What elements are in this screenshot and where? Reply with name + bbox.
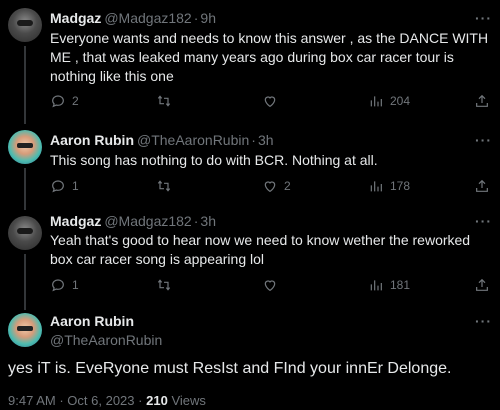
timestamp[interactable]: 9h (200, 10, 216, 26)
tweet-text: Yeah that's good to hear now we need to … (50, 232, 471, 267)
tweet-time[interactable]: 9:47 AM (8, 393, 56, 408)
main-tweet-text: yes iT is. EveRyone must ResIst and FInd… (8, 360, 452, 377)
separator: · (193, 10, 199, 26)
views-count: 181 (390, 278, 411, 292)
views-icon (370, 280, 382, 291)
share-button[interactable] (474, 177, 490, 195)
reply-count: 1 (72, 278, 79, 292)
like-count: 2 (284, 179, 291, 193)
author-handle[interactable]: @Madgaz182 (104, 213, 191, 229)
retweet-icon (157, 279, 171, 291)
reply-tweet[interactable]: Aaron Rubin @TheAaronRubin · 3h ··· This so… (0, 122, 500, 206)
reply-count: 1 (72, 179, 79, 193)
author-handle[interactable]: @TheAaronRubin (50, 332, 162, 348)
separator: · (251, 132, 256, 148)
share-icon (476, 179, 488, 192)
reply-tweet[interactable]: Madgaz @Madgaz182 · 9h ··· Everyone wants a… (0, 0, 500, 118)
tweet-date[interactable]: Oct 6, 2023 (67, 393, 134, 408)
author-name[interactable]: Madgaz (50, 213, 101, 229)
author-name[interactable]: Aaron Rubin (50, 313, 134, 329)
separator: · (138, 393, 143, 408)
reply-button[interactable]: 1 (50, 177, 79, 195)
like-icon (264, 181, 276, 193)
more-options-button[interactable]: ··· (475, 10, 492, 26)
retweet-icon (157, 180, 171, 192)
reply-icon (52, 95, 64, 108)
reply-count: 2 (72, 94, 79, 108)
retweet-icon (157, 95, 171, 107)
like-button[interactable] (262, 92, 284, 110)
avatar[interactable] (8, 216, 42, 250)
timestamp[interactable]: 3h (200, 213, 216, 229)
tweet-text: Everyone wants and needs to know this an… (50, 30, 489, 84)
author-handle[interactable]: @TheAaronRubin (137, 132, 249, 148)
share-button[interactable] (474, 92, 490, 110)
share-button[interactable] (474, 276, 490, 294)
reply-button[interactable]: 1 (50, 276, 79, 294)
retweet-button[interactable] (156, 276, 178, 294)
views-icon (370, 96, 382, 107)
retweet-button[interactable] (156, 177, 178, 195)
like-icon (264, 280, 276, 292)
separator: · (193, 213, 199, 229)
reply-icon (52, 180, 64, 193)
like-icon (264, 96, 276, 108)
views-count: 178 (390, 179, 411, 193)
more-options-button[interactable]: ··· (475, 132, 492, 148)
tweet-metadata: 9:47 AM · Oct 6, 2023 · 210 Views (8, 393, 206, 408)
separator: · (59, 393, 64, 408)
more-options-button[interactable]: ··· (475, 213, 492, 229)
views-icon (370, 181, 382, 192)
retweet-button[interactable] (156, 92, 178, 110)
author-handle[interactable]: @Madgaz182 (104, 10, 191, 26)
views-button[interactable]: 204 (368, 92, 410, 110)
share-icon (476, 278, 488, 291)
like-button[interactable]: 2 (262, 177, 291, 195)
reply-tweet[interactable]: Madgaz @Madgaz182 · 3h ··· Yeah that's good… (0, 208, 500, 308)
avatar[interactable] (8, 130, 42, 164)
views-button[interactable]: 181 (368, 276, 410, 294)
tweet-text: This song has nothing to do with BCR. No… (50, 152, 378, 168)
views-button[interactable]: 178 (368, 177, 410, 195)
reply-icon (52, 279, 64, 292)
views-count: 204 (390, 94, 411, 108)
author-name[interactable]: Aaron Rubin (50, 132, 134, 148)
timestamp[interactable]: 3h (258, 132, 274, 148)
reply-button[interactable]: 2 (50, 92, 79, 110)
avatar[interactable] (8, 8, 42, 42)
views-label: Views (171, 393, 206, 408)
more-options-button[interactable]: ··· (475, 313, 492, 329)
views-total: 210 (146, 393, 168, 408)
avatar[interactable] (8, 313, 42, 347)
share-icon (476, 94, 488, 107)
like-button[interactable] (262, 276, 284, 294)
author-name[interactable]: Madgaz (50, 10, 101, 26)
